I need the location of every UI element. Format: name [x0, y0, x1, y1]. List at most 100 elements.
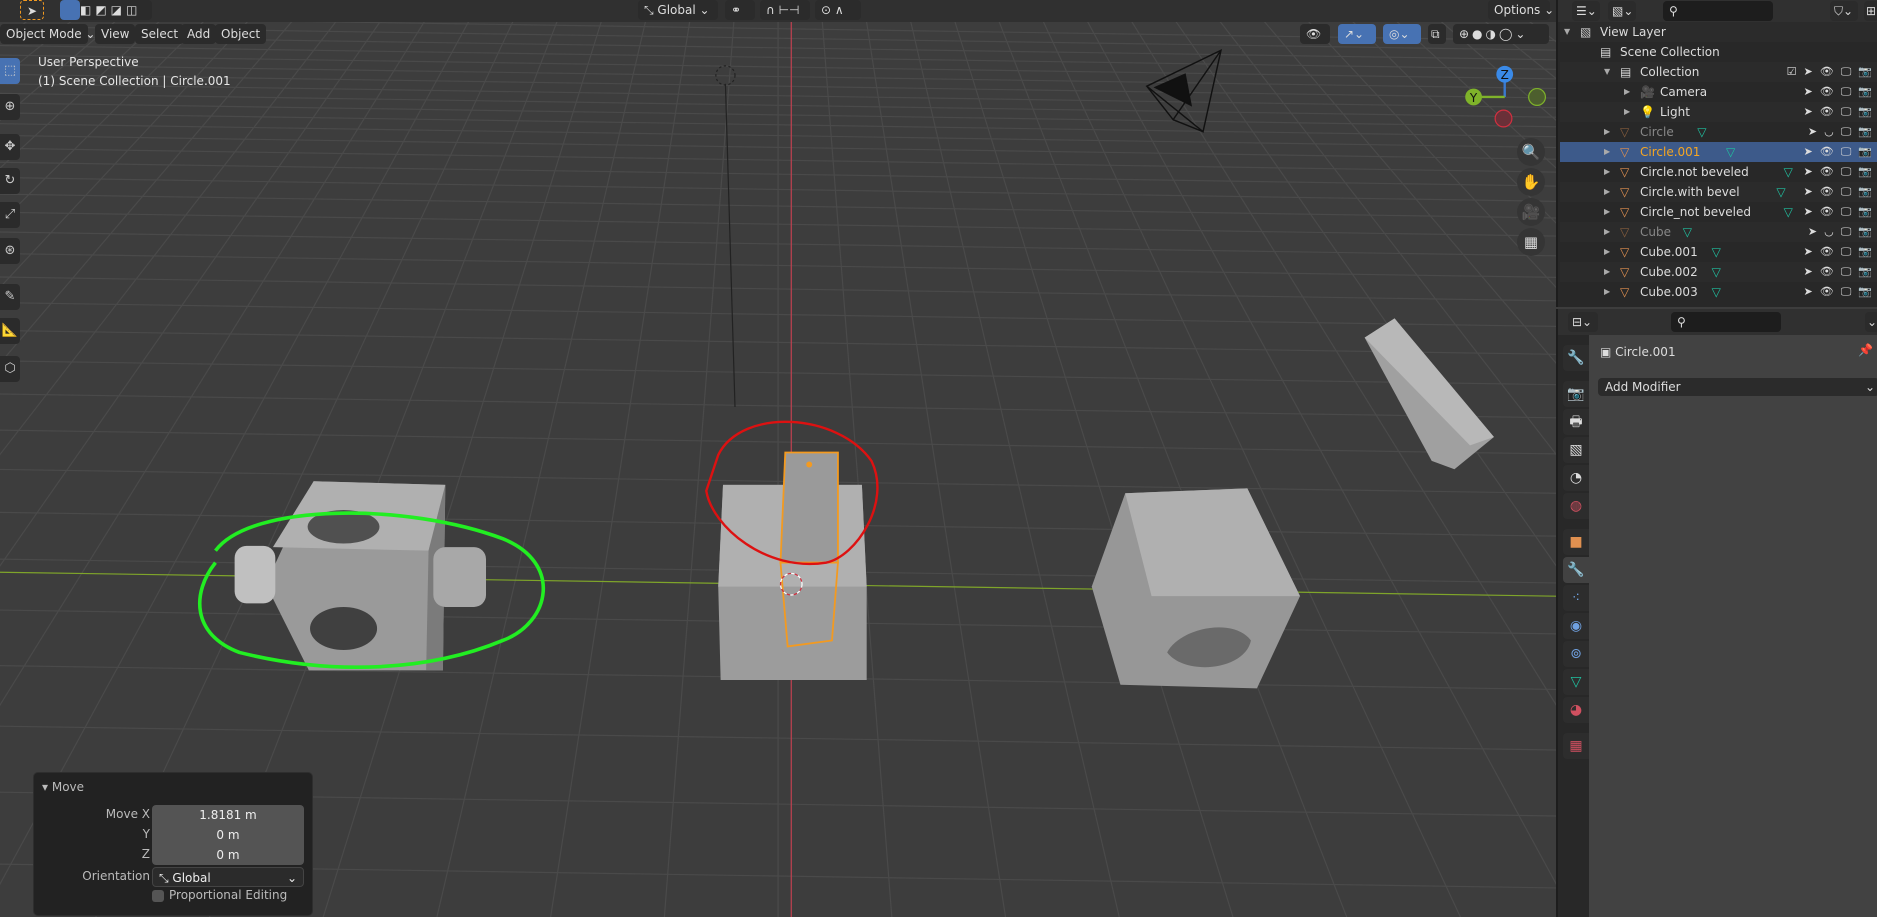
- restriction-toggles[interactable]: ➤👁🖵📷: [1804, 142, 1877, 162]
- data-icon[interactable]: ▽: [1563, 669, 1589, 695]
- menu-view[interactable]: View: [95, 24, 136, 44]
- properties-search-input[interactable]: ⚲: [1671, 312, 1781, 332]
- expand-arrow-icon[interactable]: ▼: [1564, 22, 1570, 42]
- mode-dropdown[interactable]: Object Mode ⌄: [0, 24, 95, 44]
- chevron-down-icon[interactable]: ⌄: [1865, 312, 1877, 332]
- mesh-data-icon[interactable]: ▽: [1683, 222, 1692, 242]
- scale-tool-icon[interactable]: ⤢: [0, 202, 20, 228]
- expand-arrow-icon[interactable]: ▶: [1604, 182, 1610, 202]
- outliner-row[interactable]: ▶ ▽ Circle ▽ ➤◡🖵📷: [1560, 122, 1877, 142]
- move-x-field[interactable]: 1.8181 m: [152, 805, 304, 825]
- options-dropdown[interactable]: Options ⌄: [1488, 0, 1554, 20]
- rotate-tool-icon[interactable]: ↻: [0, 168, 20, 194]
- menu-object[interactable]: Object: [215, 24, 267, 44]
- select-box-tool-icon[interactable]: ⬚: [0, 58, 20, 84]
- mesh-data-icon[interactable]: ▽: [1697, 122, 1706, 142]
- modifier-icon[interactable]: 🔧: [1563, 557, 1589, 583]
- expand-arrow-icon[interactable]: ▶: [1604, 202, 1610, 222]
- mesh-data-icon[interactable]: ▽: [1726, 142, 1735, 162]
- mesh-data-icon[interactable]: ▽: [1776, 182, 1785, 202]
- restriction-toggles[interactable]: ➤👁🖵📷: [1804, 102, 1877, 122]
- view-layer-dropdown[interactable]: ▧⌄: [1608, 1, 1636, 21]
- restriction-toggles[interactable]: ➤👁🖵📷: [1804, 262, 1877, 282]
- move-z-field[interactable]: 0 m: [152, 845, 304, 865]
- mesh-data-icon[interactable]: ▽: [1712, 282, 1721, 302]
- proportional-toggle[interactable]: ⊙ ∧: [815, 0, 861, 20]
- outliner-row[interactable]: ▶ ▽ Circle.not beveled ▽ ➤👁🖵📷: [1560, 162, 1877, 182]
- outliner-row[interactable]: ▶ ▽ Cube ▽ ➤◡🖵📷: [1560, 222, 1877, 242]
- pin-icon[interactable]: 📌: [1858, 343, 1873, 357]
- texture-icon[interactable]: ▦: [1563, 733, 1589, 759]
- outliner-row[interactable]: ▶ ▽ Circle.with bevel ▽ ➤👁🖵📷: [1560, 182, 1877, 202]
- restriction-toggles[interactable]: ➤👁🖵📷: [1804, 182, 1877, 202]
- xray-toggle[interactable]: ⧉: [1428, 24, 1446, 44]
- outliner-row[interactable]: ▶ ▽ Circle.001 ▽ ➤👁🖵📷: [1560, 142, 1877, 162]
- zoom-icon[interactable]: 🔍: [1517, 138, 1545, 166]
- scene-icon[interactable]: ◔: [1563, 465, 1589, 491]
- tool-icon[interactable]: 🔧: [1563, 345, 1589, 371]
- overlay-toggle[interactable]: ◎⌄: [1383, 24, 1421, 44]
- select-tool-icon[interactable]: ➤: [20, 0, 44, 20]
- orientation-select[interactable]: ⤡ Global ⌄: [152, 867, 304, 887]
- select-mode-new-icon[interactable]: [60, 0, 80, 20]
- object-icon[interactable]: ■: [1563, 529, 1589, 555]
- mesh-data-icon[interactable]: ▽: [1712, 242, 1721, 262]
- transform-tool-icon[interactable]: ⊛: [0, 238, 20, 264]
- filter-dropdown[interactable]: ⛉⌄: [1830, 1, 1858, 21]
- menu-select[interactable]: Select: [135, 24, 185, 44]
- cursor-tool-icon[interactable]: ⊕: [0, 94, 20, 120]
- new-collection-button[interactable]: ⊞: [1864, 1, 1877, 21]
- outliner-row[interactable]: ▼ ▧ View Layer: [1560, 22, 1877, 42]
- outliner-row[interactable]: ▼ ▤ Collection ☑➤👁🖵📷: [1560, 62, 1877, 82]
- pivot-dropdown[interactable]: ⚭: [725, 0, 755, 20]
- outliner[interactable]: ☰⌄ ▧⌄ ⚲ ⛉⌄ ⊞ ▼ ▧ View Layer ▤ Scene Collecti…: [1556, 0, 1877, 307]
- ortho-grid-icon[interactable]: ▦: [1517, 228, 1545, 256]
- expand-arrow-icon[interactable]: ▶: [1604, 162, 1610, 182]
- display-mode-dropdown[interactable]: ☰⌄: [1572, 1, 1600, 21]
- expand-arrow-icon[interactable]: ▼: [1604, 62, 1610, 82]
- expand-arrow-icon[interactable]: ▶: [1604, 282, 1610, 302]
- mesh-data-icon[interactable]: ▽: [1712, 262, 1721, 282]
- material-icon[interactable]: ◕: [1563, 697, 1589, 723]
- expand-arrow-icon[interactable]: ▶: [1604, 222, 1610, 242]
- restriction-toggles[interactable]: ➤◡🖵📷: [1808, 122, 1877, 142]
- mesh-data-icon[interactable]: ▽: [1784, 202, 1793, 222]
- move-operator-panel[interactable]: ▾ Move Move X 1.8181 m Y 0 m Z 0 m Orien…: [33, 772, 313, 916]
- outliner-row[interactable]: ▶ 💡 Light ➤👁🖵📷: [1560, 102, 1877, 122]
- outliner-row[interactable]: ▶ ▽ Cube.002 ▽ ➤👁🖵📷: [1560, 262, 1877, 282]
- outliner-search-input[interactable]: ⚲: [1663, 1, 1773, 21]
- outliner-row[interactable]: ▤ Scene Collection: [1560, 42, 1877, 62]
- outliner-row[interactable]: ▶ ▽ Cube.003 ▽ ➤👁🖵📷: [1560, 282, 1877, 302]
- move-panel-header[interactable]: ▾ Move: [42, 780, 84, 794]
- outliner-row[interactable]: ▶ ▽ Circle_not beveled ▽ ➤👁🖵📷: [1560, 202, 1877, 222]
- restriction-toggles[interactable]: ➤◡🖵📷: [1808, 222, 1877, 242]
- expand-arrow-icon[interactable]: ▶: [1624, 82, 1630, 102]
- add-modifier-dropdown[interactable]: Add Modifier ⌄: [1598, 378, 1877, 396]
- mesh-data-icon[interactable]: ▽: [1784, 162, 1793, 182]
- physics-icon[interactable]: ◉: [1563, 613, 1589, 639]
- expand-arrow-icon[interactable]: ▶: [1624, 102, 1630, 122]
- restriction-toggles[interactable]: ➤👁🖵📷: [1804, 242, 1877, 262]
- 3d-viewport[interactable]: Z Y ➤ ◧◩◪◫ ⤡ Global ⌄ ⚭ ∩ ⊢⊣ ⊙ ∧ Options…: [0, 0, 1556, 917]
- world-icon[interactable]: ◍: [1563, 493, 1589, 519]
- measure-tool-icon[interactable]: 📐: [0, 318, 20, 344]
- visibility-dropdown[interactable]: 👁: [1300, 24, 1330, 44]
- restriction-toggles[interactable]: ☑➤👁🖵📷: [1787, 62, 1877, 82]
- restriction-toggles[interactable]: ➤👁🖵📷: [1804, 202, 1877, 222]
- view-layer-icon[interactable]: ▧: [1563, 437, 1589, 463]
- expand-arrow-icon[interactable]: ▶: [1604, 142, 1610, 162]
- expand-arrow-icon[interactable]: ▶: [1604, 122, 1610, 142]
- editor-type-dropdown[interactable]: ⊟⌄: [1568, 312, 1598, 332]
- constraints-icon[interactable]: ⊚: [1563, 641, 1589, 667]
- snap-toggle[interactable]: ∩ ⊢⊣: [760, 0, 810, 20]
- annotate-tool-icon[interactable]: ✎: [0, 284, 20, 310]
- add-cube-tool-icon[interactable]: ⬡: [0, 356, 20, 382]
- restriction-toggles[interactable]: ➤👁🖵📷: [1804, 82, 1877, 102]
- properties-editor[interactable]: ⊟⌄ ⚲ ⌄ 🔧 📷 🖶 ▧ ◔ ◍ ■ 🔧 ⁖ ◉ ⊚ ▽ ◕ ▦ ▣ Circle.001 📌 Add…: [1556, 309, 1877, 917]
- shading-buttons[interactable]: ⊕●◑◯⌄: [1453, 24, 1549, 44]
- expand-arrow-icon[interactable]: ▶: [1604, 262, 1610, 282]
- outliner-row[interactable]: ▶ 🎥 Camera ➤👁🖵📷: [1560, 82, 1877, 102]
- gizmo-toggle[interactable]: ↗⌄: [1338, 24, 1376, 44]
- move-tool-icon[interactable]: ✥: [0, 134, 20, 160]
- outliner-row[interactable]: ▶ ▽ Cube.001 ▽ ➤👁🖵📷: [1560, 242, 1877, 262]
